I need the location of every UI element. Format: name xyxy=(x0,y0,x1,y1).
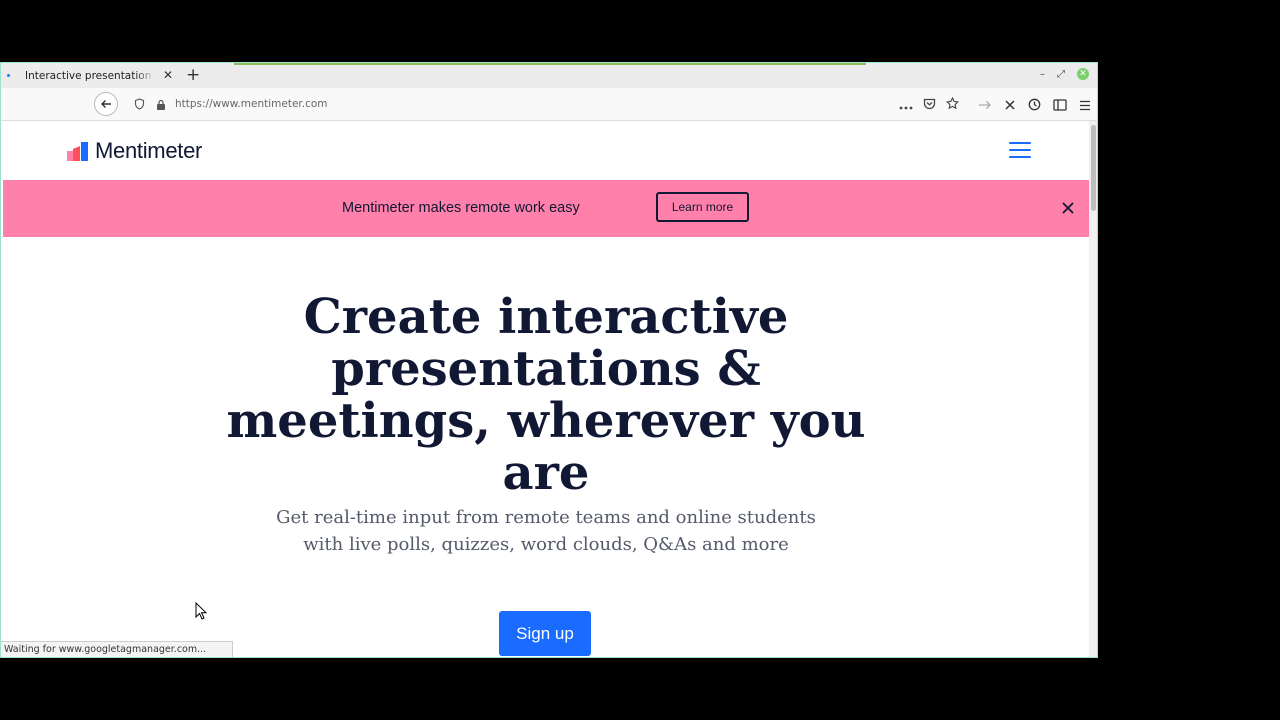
sidebar-icon[interactable] xyxy=(1053,96,1067,115)
restore-icon[interactable]: ⤢ xyxy=(1057,69,1065,80)
status-bar: Waiting for www.googletagmanager.com... xyxy=(1,641,234,657)
page-content: Mentimeter Mentimeter makes remote work … xyxy=(1,121,1090,657)
toolbar-buttons xyxy=(978,96,1091,115)
pocket-icon[interactable] xyxy=(923,95,936,114)
forward-icon[interactable] xyxy=(978,96,992,115)
sign-up-button[interactable]: Sign up xyxy=(499,611,591,656)
scrollbar-thumb[interactable] xyxy=(1091,125,1096,211)
tab-loading-dot xyxy=(7,74,10,77)
mentimeter-logo-icon xyxy=(67,141,88,161)
shield-icon[interactable] xyxy=(131,96,147,112)
new-tab-button[interactable]: + xyxy=(186,66,200,84)
page-scrollbar[interactable] xyxy=(1089,121,1097,657)
loading-indicator xyxy=(234,63,866,65)
navigation-toolbar: https://www.mentimeter.com xyxy=(1,88,1097,121)
minimize-icon[interactable]: – xyxy=(1040,69,1045,80)
site-header: Mentimeter xyxy=(1,121,1090,179)
learn-more-button[interactable]: Learn more xyxy=(656,192,749,222)
close-icon[interactable] xyxy=(1061,200,1075,214)
back-button[interactable] xyxy=(94,92,118,116)
back-arrow-icon xyxy=(101,100,111,108)
lock-icon[interactable] xyxy=(153,96,169,112)
history-icon[interactable] xyxy=(1028,96,1041,115)
banner-text: Mentimeter makes remote work easy xyxy=(342,200,580,216)
tab-title: Interactive presentation so xyxy=(25,69,155,82)
cursor-icon xyxy=(195,602,207,620)
window-close-icon[interactable]: ✕ xyxy=(1077,68,1089,80)
tab-active[interactable]: Interactive presentation so ✕ xyxy=(1,63,181,88)
tab-close-icon[interactable]: ✕ xyxy=(161,68,175,82)
promo-banner: Mentimeter makes remote work easy Learn … xyxy=(3,180,1090,237)
mentimeter-logo[interactable]: Mentimeter xyxy=(67,138,202,164)
browser-window: Interactive presentation so ✕ + – ⤢ ✕ ht… xyxy=(0,62,1098,658)
hero-title: Create interactive presentations & meeti… xyxy=(226,289,866,501)
stop-icon[interactable] xyxy=(1004,96,1016,115)
more-icon[interactable] xyxy=(899,95,913,114)
window-controls: – ⤢ ✕ xyxy=(1040,68,1089,80)
url-text[interactable]: https://www.mentimeter.com xyxy=(175,98,328,110)
tab-bar: Interactive presentation so ✕ + – ⤢ ✕ xyxy=(1,63,1097,89)
logo-text: Mentimeter xyxy=(95,138,203,163)
hamburger-icon[interactable] xyxy=(1009,142,1031,158)
address-bar[interactable]: https://www.mentimeter.com xyxy=(125,93,960,115)
address-bar-actions xyxy=(899,93,960,115)
menu-icon[interactable] xyxy=(1079,96,1091,115)
bookmark-star-icon[interactable] xyxy=(945,95,960,114)
hero-subtitle: Get real-time input from remote teams an… xyxy=(276,507,816,555)
